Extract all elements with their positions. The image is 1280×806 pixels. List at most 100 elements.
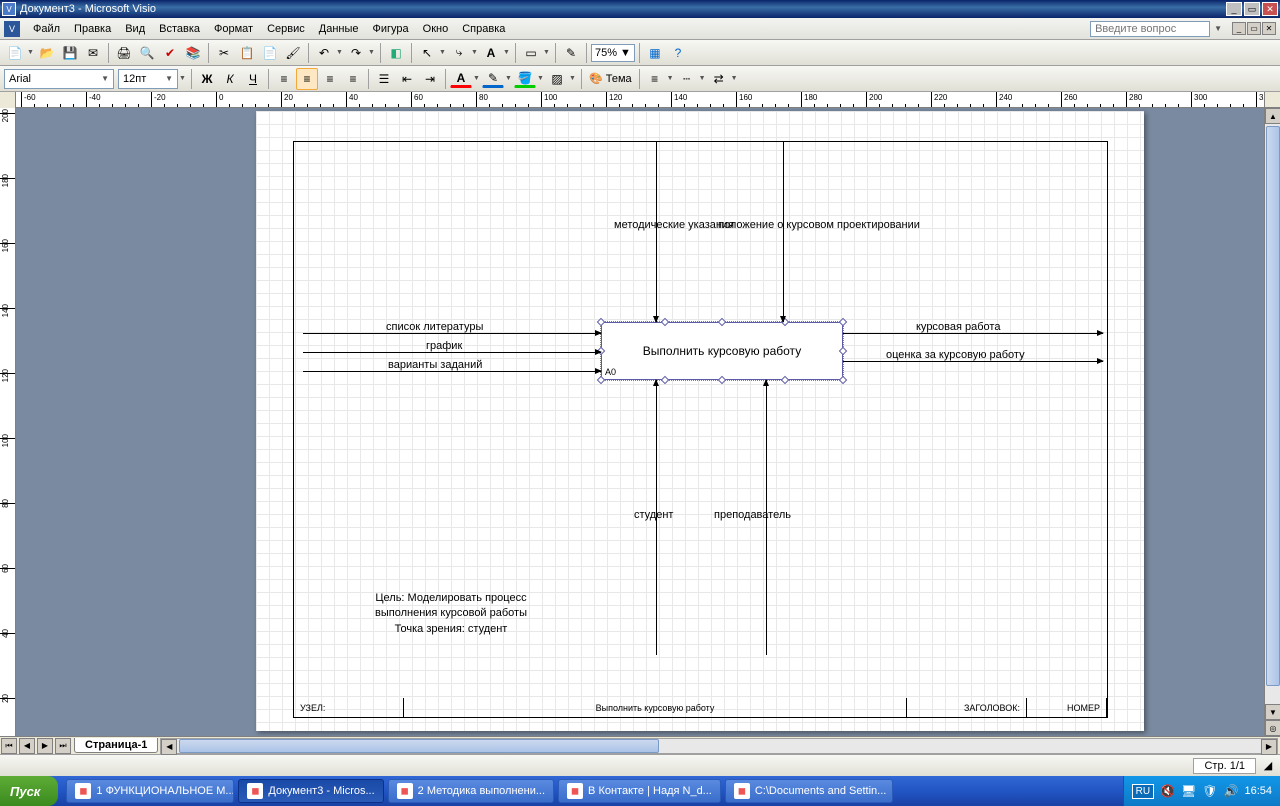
output-arrow-1[interactable] bbox=[843, 333, 1103, 334]
font-color-dropdown[interactable]: ▼ bbox=[473, 75, 481, 82]
help-button[interactable]: ? bbox=[667, 42, 689, 64]
idef-activity-box[interactable]: Выполнить курсовую работу A0 bbox=[601, 322, 843, 380]
menu-file[interactable]: Файл bbox=[26, 20, 67, 38]
tab-prev-button[interactable]: ◀ bbox=[19, 738, 35, 754]
help-dropdown-icon[interactable]: ▼ bbox=[1214, 24, 1222, 33]
connector-dropdown[interactable]: ▼ bbox=[471, 49, 479, 56]
input-arrow-3[interactable] bbox=[303, 371, 601, 372]
ruler-vertical[interactable]: 200180160140120100806040200 bbox=[0, 108, 16, 736]
tray-icon[interactable]: 🔊 bbox=[1224, 784, 1239, 798]
clock[interactable]: 16:54 bbox=[1244, 785, 1272, 797]
font-size-dropdown[interactable]: ▼ bbox=[179, 75, 187, 82]
font-size-combo[interactable]: 12пт▼ bbox=[118, 69, 178, 89]
font-color-button[interactable]: A bbox=[450, 69, 472, 88]
taskbar-button[interactable]: ◼2 Методика выполнени... bbox=[388, 779, 554, 803]
line-pattern-dropdown[interactable]: ▼ bbox=[699, 75, 707, 82]
menu-data[interactable]: Данные bbox=[312, 20, 366, 38]
page-tab-1[interactable]: Страница-1 bbox=[74, 738, 158, 753]
minimize-button[interactable]: _ bbox=[1226, 2, 1242, 16]
shapes-button[interactable]: ◧ bbox=[385, 42, 407, 64]
close-button[interactable]: ✕ bbox=[1262, 2, 1278, 16]
menu-shape[interactable]: Фигура bbox=[366, 20, 416, 38]
pointer-dropdown[interactable]: ▼ bbox=[439, 49, 447, 56]
drawing-explorer-button[interactable]: ▦ bbox=[644, 42, 666, 64]
control-arrow-1[interactable] bbox=[656, 141, 657, 322]
scroll-left-button[interactable]: ◀ bbox=[161, 739, 177, 755]
line-color-button[interactable]: ✎ bbox=[482, 69, 504, 88]
taskbar-button[interactable]: ◼В Контакте | Надя N_d... bbox=[558, 779, 721, 803]
scroll-thumb-h[interactable] bbox=[179, 739, 659, 753]
language-indicator[interactable]: RU bbox=[1132, 784, 1154, 799]
font-name-combo[interactable]: Arial▼ bbox=[4, 69, 114, 89]
tab-last-button[interactable]: ⏭ bbox=[55, 738, 71, 754]
align-right-button[interactable]: ≡ bbox=[319, 68, 341, 90]
tray-icon[interactable]: 🛡 bbox=[1202, 784, 1217, 798]
tab-next-button[interactable]: ▶ bbox=[37, 738, 53, 754]
ink-button[interactable]: ✎ bbox=[560, 42, 582, 64]
taskbar-button[interactable]: ◼Документ3 - Micros... bbox=[238, 779, 383, 803]
scroll-thumb-v[interactable] bbox=[1266, 126, 1280, 686]
undo-button[interactable]: ↶ bbox=[313, 42, 335, 64]
new-dropdown[interactable]: ▼ bbox=[27, 49, 35, 56]
pointer-button[interactable]: ↖ bbox=[416, 42, 438, 64]
doc-minimize-button[interactable]: _ bbox=[1232, 22, 1246, 35]
menu-tools[interactable]: Сервис bbox=[260, 20, 312, 38]
line-pattern-button[interactable]: ┄ bbox=[676, 68, 698, 90]
italic-button[interactable]: К bbox=[219, 68, 241, 90]
scroll-down-button[interactable]: ▼ bbox=[1265, 704, 1280, 720]
bullets-button[interactable]: ☰ bbox=[373, 68, 395, 90]
maximize-button[interactable]: ▭ bbox=[1244, 2, 1260, 16]
goal-text[interactable]: Цель: Моделировать процесс выполнения ку… bbox=[356, 591, 546, 637]
canvas[interactable]: Выполнить курсовую работу A0 список лите… bbox=[16, 108, 1264, 736]
line-ends-button[interactable]: ⇄ bbox=[708, 68, 730, 90]
spellcheck-button[interactable]: ✔ bbox=[159, 42, 181, 64]
rectangle-button[interactable]: ▭ bbox=[520, 42, 542, 64]
taskbar-button[interactable]: ◼1 ФУНКЦИОНАЛЬНОЕ М... bbox=[66, 779, 234, 803]
scroll-right-button[interactable]: ▶ bbox=[1261, 739, 1277, 755]
shadow-button[interactable]: ▨ bbox=[546, 68, 568, 90]
control-arrow-2[interactable] bbox=[783, 141, 784, 322]
zoom-combo[interactable]: 75%▼ bbox=[591, 44, 635, 62]
open-button[interactable]: 📂 bbox=[36, 42, 58, 64]
redo-button[interactable]: ↷ bbox=[345, 42, 367, 64]
increase-indent-button[interactable]: ⇥ bbox=[419, 68, 441, 90]
new-button[interactable]: 📄 bbox=[4, 42, 26, 64]
format-painter-button[interactable]: 🖌 bbox=[282, 42, 304, 64]
tray-icon[interactable]: 🔇 bbox=[1160, 784, 1175, 798]
menu-help[interactable]: Справка bbox=[455, 20, 512, 38]
bold-button[interactable]: Ж bbox=[196, 68, 218, 90]
align-justify-button[interactable]: ≡ bbox=[342, 68, 364, 90]
start-button[interactable]: Пуск bbox=[0, 776, 58, 806]
underline-button[interactable]: Ч bbox=[242, 68, 264, 90]
menu-format[interactable]: Формат bbox=[207, 20, 260, 38]
redo-dropdown[interactable]: ▼ bbox=[368, 49, 376, 56]
line-weight-button[interactable]: ≡ bbox=[644, 68, 666, 90]
menu-edit[interactable]: Правка bbox=[67, 20, 118, 38]
line-color-dropdown[interactable]: ▼ bbox=[505, 75, 513, 82]
scroll-up-button[interactable]: ▲ bbox=[1265, 108, 1280, 124]
menu-window[interactable]: Окно bbox=[416, 20, 456, 38]
doc-restore-button[interactable]: ▭ bbox=[1247, 22, 1261, 35]
resize-grip-icon[interactable]: ◢ bbox=[1260, 759, 1276, 772]
doc-close-button[interactable]: ✕ bbox=[1262, 22, 1276, 35]
scrollbar-vertical[interactable]: ▲ ▼ ◎ bbox=[1264, 108, 1280, 736]
research-button[interactable]: 📚 bbox=[182, 42, 204, 64]
menu-view[interactable]: Вид bbox=[118, 20, 152, 38]
undo-dropdown[interactable]: ▼ bbox=[336, 49, 344, 56]
paste-button[interactable]: 📄 bbox=[259, 42, 281, 64]
help-search-input[interactable] bbox=[1090, 21, 1210, 37]
text-dropdown[interactable]: ▼ bbox=[503, 49, 511, 56]
fill-color-button[interactable]: 🪣 bbox=[514, 69, 536, 88]
line-ends-dropdown[interactable]: ▼ bbox=[731, 75, 739, 82]
input-arrow-1[interactable] bbox=[303, 333, 601, 334]
decrease-indent-button[interactable]: ⇤ bbox=[396, 68, 418, 90]
taskbar-button[interactable]: ◼C:\Documents and Settin... bbox=[725, 779, 893, 803]
ruler-horizontal[interactable]: -60-40-200204060801001201401601802002202… bbox=[16, 92, 1264, 107]
align-left-button[interactable]: ≡ bbox=[273, 68, 295, 90]
scrollbar-horizontal[interactable]: ◀ ▶ bbox=[160, 738, 1278, 754]
pan-button[interactable]: ◎ bbox=[1265, 720, 1280, 736]
align-center-button[interactable]: ≡ bbox=[296, 68, 318, 90]
text-button[interactable]: A bbox=[480, 42, 502, 64]
rectangle-dropdown[interactable]: ▼ bbox=[543, 49, 551, 56]
connector-button[interactable]: ⤷ bbox=[448, 42, 470, 64]
